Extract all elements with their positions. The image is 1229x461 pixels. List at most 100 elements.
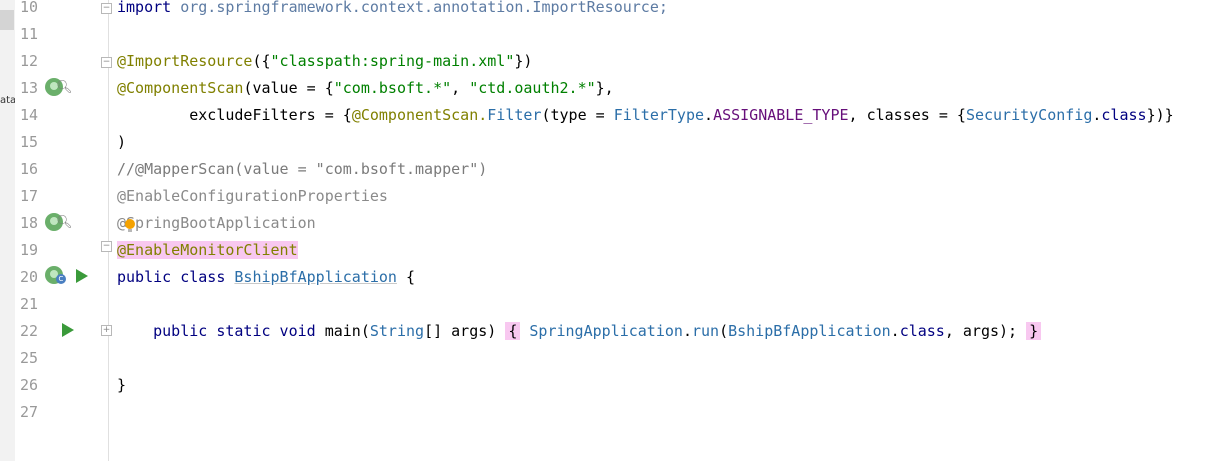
code-token: (type = bbox=[541, 106, 614, 124]
line-number: 19 bbox=[20, 241, 39, 259]
line-number: 13 bbox=[20, 79, 39, 97]
code-token: import bbox=[117, 0, 172, 16]
code-token: SecurityConfig bbox=[965, 106, 1093, 124]
code-token: ImportResource bbox=[532, 0, 659, 16]
code-token: [] args) bbox=[424, 322, 506, 340]
code-token: } bbox=[1026, 322, 1042, 340]
line-number: 25 bbox=[20, 349, 39, 367]
line-number: 18 bbox=[20, 214, 39, 232]
code-token: . bbox=[682, 322, 692, 340]
code-token: { bbox=[396, 268, 416, 286]
fold-toggle-icon[interactable]: − bbox=[101, 241, 112, 252]
code-token: })} bbox=[1146, 106, 1174, 124]
code-text[interactable]: } bbox=[117, 372, 126, 399]
code-token: , bbox=[451, 79, 470, 97]
code-text[interactable]: @ComponentScan(value = {"com.bsoft.*", "… bbox=[117, 75, 614, 102]
code-line[interactable]: 15) bbox=[0, 129, 1229, 156]
code-text[interactable]: @EnableConfigurationProperties bbox=[117, 183, 388, 210]
code-text[interactable]: import org.springframework.context.annot… bbox=[117, 0, 668, 21]
code-token: "com.bsoft.*" bbox=[333, 79, 452, 97]
line-number: 26 bbox=[20, 376, 39, 394]
code-token: String bbox=[369, 322, 425, 340]
code-token: public static void bbox=[153, 322, 325, 340]
code-line[interactable]: 17 @EnableConfigurationProperties bbox=[0, 183, 1229, 210]
code-token: } bbox=[117, 376, 127, 394]
code-text[interactable]: public static void main(String[] args) {… bbox=[117, 318, 1042, 345]
code-token: ; bbox=[658, 0, 668, 16]
code-line[interactable]: 12 @ImportResource({"classpath:spring-mai… bbox=[0, 48, 1229, 75]
code-token: . bbox=[704, 106, 714, 124]
code-text[interactable]: @ImportResource({"classpath:spring-main.… bbox=[117, 48, 532, 75]
code-line[interactable]: 16 //@MapperScan(value = "com.bsoft.mappe… bbox=[0, 156, 1229, 183]
code-token: (value = { bbox=[243, 79, 334, 97]
code-token: ASSIGNABLE_TYPE bbox=[713, 106, 849, 124]
code-token: @SpringBootApplication bbox=[117, 214, 316, 232]
line-number: 22 bbox=[20, 322, 39, 340]
code-token: "classpath:spring-main.xml" bbox=[270, 52, 515, 70]
class-badge-icon: C bbox=[56, 274, 66, 284]
run-class-icon[interactable] bbox=[76, 269, 88, 283]
line-number: 10 bbox=[20, 0, 39, 16]
line-number: 14 bbox=[20, 106, 39, 124]
code-token: @ImportResource bbox=[117, 52, 253, 70]
code-text[interactable]: //@MapperScan(value = "com.bsoft.mapper"… bbox=[117, 156, 487, 183]
search-icon[interactable]: 🔍︎ bbox=[56, 80, 73, 95]
code-token: //@MapperScan(value = "com.bsoft.mapper"… bbox=[117, 160, 488, 178]
code-token: excludeFilters = { bbox=[117, 106, 352, 124]
fold-toggle-icon[interactable]: − bbox=[101, 57, 112, 68]
code-text[interactable]: @SpringBootApplication bbox=[117, 210, 316, 237]
code-text[interactable]: public class BshipBfApplication { bbox=[117, 264, 415, 291]
code-token: main( bbox=[324, 322, 370, 340]
line-number: 27 bbox=[20, 403, 39, 421]
code-token: "ctd.oauth2.*" bbox=[469, 79, 596, 97]
code-token: , args); bbox=[944, 322, 1027, 340]
code-line[interactable]: 20 public class BshipBfApplication { bbox=[0, 264, 1229, 291]
code-token: }) bbox=[514, 52, 533, 70]
code-line[interactable]: 21 bbox=[0, 291, 1229, 318]
code-text[interactable]: ) bbox=[117, 129, 126, 156]
line-number: 21 bbox=[20, 295, 39, 313]
line-number: 12 bbox=[20, 52, 39, 70]
code-line[interactable]: 14 excludeFilters = {@ComponentScan.Filt… bbox=[0, 102, 1229, 129]
code-token: { bbox=[505, 322, 521, 340]
line-number: 17 bbox=[20, 187, 39, 205]
lightbulb-icon[interactable] bbox=[125, 219, 135, 232]
code-text[interactable]: excludeFilters = {@ComponentScan.Filter(… bbox=[117, 102, 1174, 129]
line-number: 15 bbox=[20, 133, 39, 151]
code-token: ( bbox=[719, 322, 729, 340]
run-main-icon[interactable] bbox=[62, 323, 74, 337]
code-token: public class bbox=[117, 268, 235, 286]
code-line[interactable]: 25 bbox=[0, 345, 1229, 372]
code-token: @ComponentScan bbox=[117, 79, 244, 97]
fold-toggle-icon[interactable]: − bbox=[101, 3, 112, 14]
line-number: 11 bbox=[20, 25, 39, 43]
code-token: run bbox=[691, 322, 720, 340]
code-line[interactable]: 19 @EnableMonitorClient bbox=[0, 237, 1229, 264]
code-token: FilterType bbox=[613, 106, 705, 124]
code-token: BshipBfApplication bbox=[728, 322, 891, 340]
code-token: org.springframework.context.annotation. bbox=[180, 0, 533, 16]
code-line[interactable]: 11 bbox=[0, 21, 1229, 48]
code-line[interactable]: 10 import org.springframework.context.ann… bbox=[0, 0, 1229, 21]
search-icon[interactable]: 🔍︎ bbox=[56, 215, 73, 230]
code-token: Filter bbox=[487, 106, 542, 124]
code-token: @EnableConfigurationProperties bbox=[117, 187, 388, 205]
code-token: . bbox=[890, 322, 900, 340]
fold-expand-icon[interactable]: + bbox=[101, 325, 112, 336]
code-token: BshipBfApplication bbox=[234, 268, 397, 286]
code-token: @ComponentScan. bbox=[351, 106, 488, 124]
code-token: ) bbox=[117, 133, 127, 151]
code-line[interactable]: 26} bbox=[0, 372, 1229, 399]
code-line[interactable]: 13 @ComponentScan(value = {"com.bsoft.*",… bbox=[0, 75, 1229, 102]
code-token: }, bbox=[595, 79, 614, 97]
code-token: class bbox=[899, 322, 945, 340]
code-line[interactable]: 22 public static void main(String[] args… bbox=[0, 318, 1229, 345]
code-token: SpringApplication bbox=[529, 322, 683, 340]
code-line[interactable]: 18 @SpringBootApplication bbox=[0, 210, 1229, 237]
code-token: class bbox=[1101, 106, 1147, 124]
code-line[interactable]: 27 bbox=[0, 399, 1229, 426]
code-token: , classes = { bbox=[848, 106, 966, 124]
code-text[interactable]: @EnableMonitorClient bbox=[117, 237, 298, 264]
